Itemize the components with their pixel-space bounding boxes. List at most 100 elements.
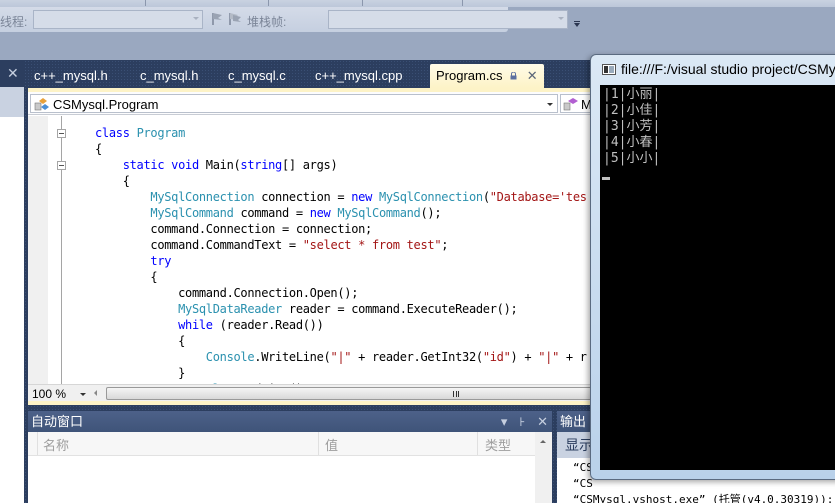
code-line: }	[95, 365, 185, 381]
chevron-down-icon[interactable]	[80, 393, 86, 396]
vertical-scrollbar[interactable]	[535, 432, 552, 503]
horizontal-scrollbar[interactable]: 100 %	[28, 384, 594, 401]
toolbar-separator	[145, 0, 146, 6]
code-token: {	[95, 334, 186, 348]
flag-thread-icon[interactable]	[210, 12, 224, 26]
console-window[interactable]: file:///F:/visual studio project/CSMysql…	[590, 54, 835, 480]
close-icon[interactable]: ✕	[7, 65, 19, 82]
console-app-icon	[602, 64, 616, 75]
code-token: Program	[136, 126, 186, 140]
scroll-left-icon[interactable]	[94, 390, 97, 396]
collapse-class-toggle[interactable]	[57, 129, 66, 138]
code-token: command.Connection.Open();	[95, 286, 359, 300]
code-token: "id"	[482, 350, 511, 364]
type-combo[interactable]: CSMysql.Program	[30, 94, 558, 113]
close-icon[interactable]: ✕	[537, 414, 548, 429]
flag-all-threads-icon[interactable]	[228, 12, 242, 26]
code-token: new	[351, 190, 379, 204]
console-screen[interactable]: |1|小丽| |2|小佳| |3|小芳| |4|小春| |5|小小|	[600, 85, 835, 470]
tab-label: c++_mysql.cpp	[315, 68, 403, 83]
code-token: try	[150, 254, 172, 268]
chevron-down-icon	[547, 103, 553, 106]
code-token: (reader.Read())	[212, 318, 324, 332]
tab-c-mysql-c[interactable]: c_mysql.c	[222, 64, 292, 88]
tab-c++-mysql-h[interactable]: c++_mysql.h	[28, 64, 114, 88]
code-token: Main(	[205, 158, 241, 172]
code-token: while	[178, 318, 213, 332]
column-name[interactable]: 名称	[43, 435, 69, 454]
chevron-down-icon	[558, 17, 564, 20]
output-line: “CSMysql.vshost.exe” (托管(v4.0.30319)): 已	[573, 493, 835, 503]
thread-label: 线程:	[0, 15, 28, 29]
class-icon	[34, 98, 49, 111]
toolbar-overflow-button[interactable]	[573, 17, 581, 29]
autos-title-bar: 自动窗口 ▾ ꜔ ✕	[28, 411, 552, 432]
stack-frame-combo[interactable]	[328, 10, 568, 29]
tab-label: c_mysql.c	[228, 68, 286, 83]
code-token: MySqlConnection	[378, 190, 483, 204]
tab-label: c++_mysql.h	[34, 68, 108, 83]
indicator-margin	[28, 116, 48, 384]
code-token: "select * from test"	[302, 238, 442, 252]
lock-icon	[510, 72, 517, 80]
outline-line	[61, 116, 62, 384]
console-line: |4|小春|	[603, 135, 661, 150]
code-area[interactable]: class Program{ static void Main(string[]…	[28, 116, 594, 384]
code-token: {	[95, 142, 102, 156]
code-token: command.CommandText =	[95, 238, 303, 252]
scroll-thumb[interactable]	[106, 387, 594, 400]
console-line: |2|小佳|	[603, 103, 661, 118]
code-line: try	[95, 253, 171, 269]
column-value[interactable]: 值	[325, 435, 338, 454]
tab-label: Program.cs	[436, 68, 503, 83]
code-token: {	[95, 270, 158, 284]
console-line: |3|小芳|	[603, 119, 661, 134]
code-token: new	[309, 206, 338, 220]
chevron-down-icon	[193, 17, 199, 20]
tab-label: c_mysql.h	[140, 68, 199, 83]
editor-bottom-border	[28, 401, 594, 405]
output-show-label: 显示	[565, 437, 593, 453]
code-line: {	[95, 333, 185, 349]
code-token: reader = command.ExecuteReader();	[281, 302, 518, 316]
scroll-up-icon[interactable]	[540, 440, 546, 443]
code-token: "|"	[330, 350, 352, 364]
code-line: {	[95, 173, 130, 189]
code-token: {	[95, 174, 130, 188]
collapse-method-toggle[interactable]	[57, 161, 66, 170]
code-token: + r	[559, 350, 587, 364]
code-token: ;	[441, 238, 449, 252]
tab-c-mysql-h[interactable]: c_mysql.h	[134, 64, 205, 88]
pin-icon[interactable]: ꜔	[519, 414, 525, 429]
tab-c++-mysql-cpp[interactable]: c++_mysql.cpp	[309, 64, 408, 88]
close-tab-button[interactable]: ✕	[527, 68, 538, 83]
code-token: ) +	[510, 350, 539, 364]
standard-toolbar	[0, 0, 835, 7]
dropdown-icon[interactable]: ▾	[501, 414, 508, 429]
autos-title: 自动窗口	[31, 414, 84, 429]
type-combo-value: CSMysql.Program	[53, 97, 159, 112]
code-line: MySqlCommand command = new MySqlCommand(…	[95, 205, 441, 221]
column-type[interactable]: 类型	[485, 435, 511, 454]
toolbar-separator	[268, 0, 269, 6]
code-line: command.Connection.Open();	[95, 285, 358, 301]
debug-location-toolbar: 线程: 堆栈帧:	[0, 7, 568, 32]
code-line: command.Connection = connection;	[95, 221, 372, 237]
console-title: file:///F:/visual studio project/CSMysql	[621, 61, 835, 77]
tab-program-cs[interactable]: Program.cs ✕	[430, 64, 544, 88]
code-token: .WriteLine(	[254, 350, 331, 364]
code-token: string	[240, 158, 282, 172]
code-token: static	[95, 158, 172, 172]
thread-combo[interactable]	[33, 10, 203, 29]
code-line: Console.WriteLine("|" + reader.GetInt32(…	[95, 349, 587, 365]
solution-explorer-header	[0, 87, 24, 117]
console-cursor	[602, 177, 610, 180]
zoom-level[interactable]: 100 %	[32, 387, 66, 401]
code-token: }	[95, 366, 186, 380]
code-token: ();	[420, 206, 442, 220]
output-title: 输出	[560, 414, 587, 429]
